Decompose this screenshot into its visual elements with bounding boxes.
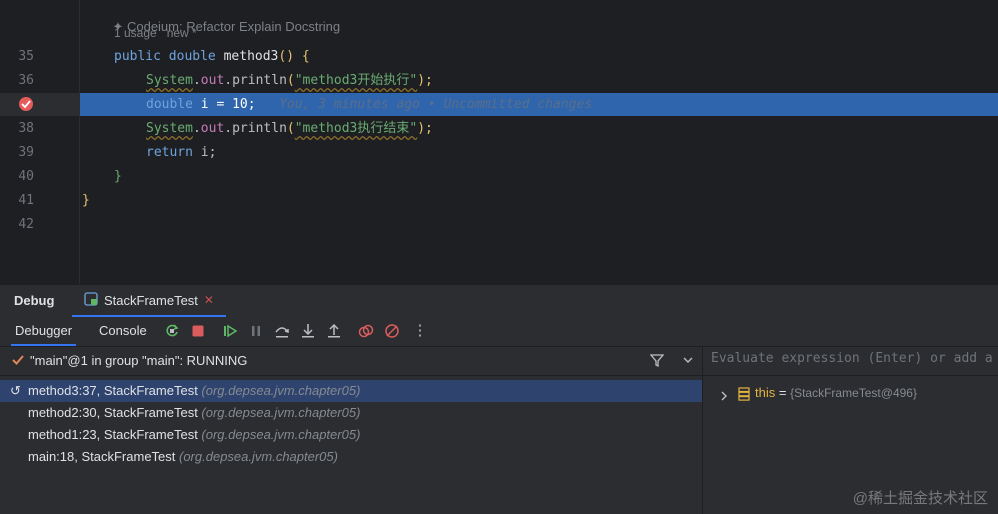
- code-line-41[interactable]: }: [80, 190, 998, 212]
- code-line-40[interactable]: }: [80, 166, 998, 188]
- variables-panel: Evaluate expression (Enter) or add a wat…: [703, 347, 998, 514]
- check-icon: [11, 353, 25, 370]
- keyword: public: [114, 49, 161, 64]
- tab-console[interactable]: Console: [99, 323, 147, 338]
- frame-method: main:18, StackFrameTest: [28, 449, 179, 464]
- step-into-icon[interactable]: [300, 323, 316, 339]
- more-options-icon[interactable]: ⋮: [412, 323, 428, 339]
- debug-tab-bar: Debug StackFrameTest ✕: [0, 285, 998, 317]
- close-icon[interactable]: ✕: [204, 293, 214, 307]
- code-line-37[interactable]: double i = 10; You, 3 minutes ago • Unco…: [80, 94, 998, 116]
- method-call: println: [232, 121, 287, 136]
- variable-name: this: [755, 385, 776, 400]
- class-ref: System: [146, 73, 193, 88]
- thread-selector[interactable]: "main"@1 in group "main": RUNNING: [0, 347, 702, 376]
- frame-package: (org.depsea.jvm.chapter05): [201, 405, 361, 420]
- current-frame-icon: ↺: [10, 383, 21, 398]
- debug-toolbar: Debugger Console ⋮: [0, 318, 998, 347]
- code-editor[interactable]: ✦ Codeium: Refactor Explain Docstring 1 …: [0, 0, 998, 284]
- frame-package: (org.depsea.jvm.chapter05): [179, 449, 338, 464]
- keyword: return: [146, 145, 193, 160]
- code-line-39[interactable]: return i;: [80, 142, 998, 164]
- brace: }: [82, 193, 90, 208]
- divider: [703, 375, 998, 376]
- class-ref: System: [146, 121, 193, 136]
- java-class-icon: [84, 291, 98, 309]
- mute-breakpoints-icon[interactable]: [384, 323, 400, 339]
- line-number: 39: [18, 145, 34, 160]
- stack-frame[interactable]: method2:30, StackFrameTest (org.depsea.j…: [0, 402, 702, 424]
- line-number: 36: [18, 73, 34, 88]
- run-config-tab[interactable]: StackFrameTest ✕: [72, 285, 226, 317]
- frames-panel: "main"@1 in group "main": RUNNING ↺ meth…: [0, 347, 702, 514]
- code-text: ;: [247, 97, 256, 112]
- frame-package: (org.depsea.jvm.chapter05): [201, 383, 361, 398]
- code-text: .: [192, 73, 201, 88]
- code-text: .: [192, 121, 201, 136]
- code-text: (: [286, 73, 295, 88]
- string-literal: "method3执行结束": [294, 121, 418, 136]
- frame-method: method2:30, StackFrameTest: [28, 405, 202, 420]
- code-text: i;: [192, 145, 217, 160]
- method-call: println: [232, 73, 287, 88]
- evaluate-expression-input[interactable]: Evaluate expression (Enter) or add a wat…: [711, 351, 998, 371]
- code-line-38[interactable]: System.out.println("method3执行结束");: [80, 118, 998, 140]
- editor-gutter[interactable]: [0, 0, 80, 284]
- stack-frame[interactable]: main:18, StackFrameTest (org.depsea.jvm.…: [0, 446, 702, 468]
- line-number: 38: [18, 121, 34, 136]
- code-text: .: [224, 121, 233, 136]
- code-text: i =: [192, 97, 233, 112]
- stack-frame[interactable]: method1:23, StackFrameTest (org.depsea.j…: [0, 424, 702, 446]
- thread-status: "main"@1 in group "main": RUNNING: [30, 353, 248, 368]
- code-text: );: [417, 121, 433, 136]
- usage-hint[interactable]: 1 usage new *: [114, 26, 197, 40]
- stack-frame[interactable]: ↺ method3:37, StackFrameTest (org.depsea…: [0, 380, 702, 402]
- line-number: 42: [18, 217, 34, 232]
- variable-value: {StackFrameTest@496}: [790, 386, 917, 400]
- code-text: () {: [278, 49, 310, 64]
- run-config-tab-label: StackFrameTest: [104, 292, 198, 308]
- code-line-35[interactable]: public double method3() {: [80, 46, 998, 68]
- line-number: 40: [18, 169, 34, 184]
- breakpoint-icon[interactable]: [18, 96, 34, 112]
- object-icon: [738, 386, 750, 408]
- chevron-right-icon[interactable]: [719, 387, 729, 409]
- debug-tool-window: Debug StackFrameTest ✕ Debugger Console …: [0, 284, 998, 514]
- stop-icon[interactable]: [190, 323, 206, 339]
- method-name: method3: [223, 49, 279, 64]
- number-literal: 10: [232, 97, 248, 112]
- watermark: @稀土掘金技术社区: [852, 490, 988, 507]
- tab-debugger[interactable]: Debugger: [10, 323, 77, 346]
- rerun-icon[interactable]: [164, 323, 180, 339]
- chevron-down-icon[interactable]: [682, 354, 694, 369]
- frame-method: method3:37, StackFrameTest: [28, 383, 202, 398]
- code-text: );: [417, 73, 433, 88]
- exec-line-gutter: [0, 93, 79, 116]
- resume-icon[interactable]: [222, 323, 238, 339]
- tool-window-title: Debug: [14, 293, 55, 308]
- step-over-icon[interactable]: [274, 323, 290, 339]
- variable-row[interactable]: this = {StackFrameTest@496}: [703, 382, 998, 404]
- field-ref: out: [200, 121, 225, 136]
- frame-package: (org.depsea.jvm.chapter05): [201, 427, 361, 442]
- pause-icon[interactable]: [248, 323, 264, 339]
- git-blame-annotation[interactable]: You, 3 minutes ago • Uncommitted changes: [279, 97, 592, 112]
- variable-eq: =: [775, 385, 791, 400]
- line-number: 41: [18, 193, 34, 208]
- frame-method: method1:23, StackFrameTest: [28, 427, 202, 442]
- code-text: .: [224, 73, 233, 88]
- string-literal: "method3开始执行": [294, 73, 418, 88]
- code-text: (: [286, 121, 295, 136]
- view-breakpoints-icon[interactable]: [358, 323, 374, 339]
- keyword: double: [168, 49, 216, 64]
- filter-icon[interactable]: [649, 353, 665, 370]
- code-line-36[interactable]: System.out.println("method3开始执行");: [80, 70, 998, 92]
- field-ref: out: [200, 73, 225, 88]
- step-out-icon[interactable]: [326, 323, 342, 339]
- brace: }: [114, 169, 122, 184]
- line-number: 35: [18, 49, 34, 64]
- keyword: double: [146, 97, 193, 112]
